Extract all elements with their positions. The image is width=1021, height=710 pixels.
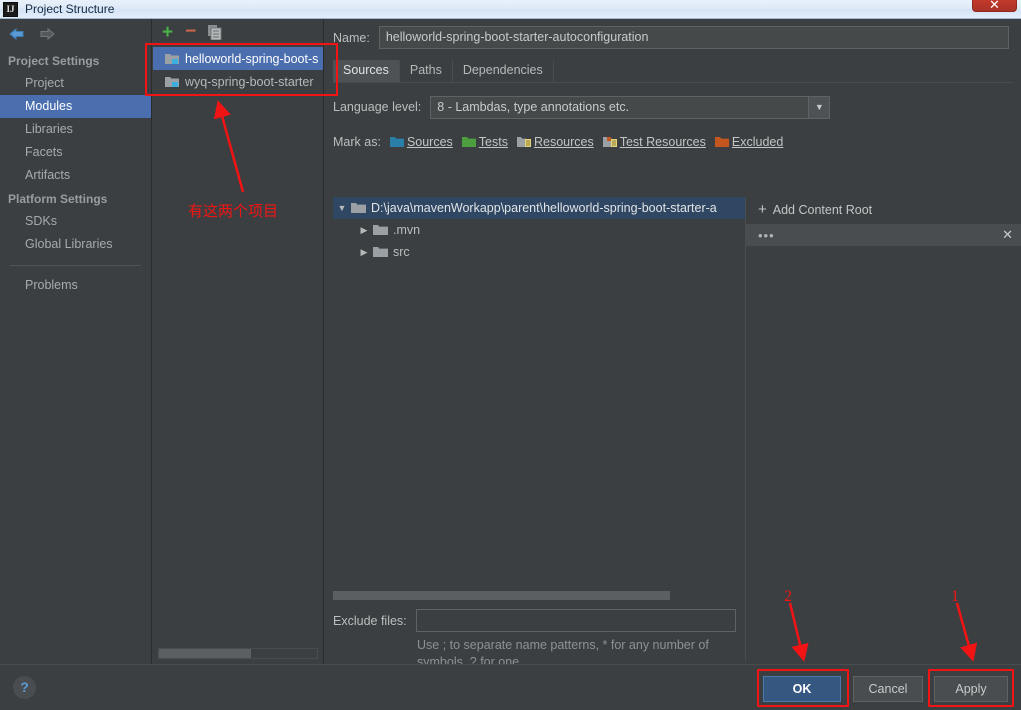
mark-as-test-resources[interactable]: Test Resources (602, 135, 706, 149)
annotation-number-apply: 1 (951, 588, 959, 605)
name-label: Name: (333, 30, 370, 45)
folder-excluded-icon (714, 136, 729, 148)
annotation-box-ok (757, 669, 849, 707)
sidebar-item-project[interactable]: Project (0, 72, 151, 95)
navigation-row (0, 19, 151, 49)
folder-icon (373, 224, 388, 236)
add-content-root-label: Add Content Root (772, 202, 873, 217)
chevron-down-icon[interactable]: ▼ (333, 203, 351, 213)
window-titlebar: IJ Project Structure ✕ (0, 0, 1021, 19)
tree-row[interactable]: ▼ D:\java\mavenWorkapp\parent\helloworld… (333, 197, 745, 219)
close-icon[interactable]: ✕ (972, 0, 1017, 12)
exclude-files-row: Exclude files: (333, 609, 736, 632)
help-icon[interactable]: ? (13, 676, 36, 699)
window-title: Project Structure (25, 2, 115, 16)
mark-as-tests[interactable]: Tests (461, 135, 508, 149)
content-tree: ▼ D:\java\mavenWorkapp\parent\helloworld… (333, 197, 745, 587)
mark-as-row: Mark as: Sources Tests Resources Test Re… (333, 132, 1021, 152)
mark-as-sources[interactable]: Sources (389, 135, 453, 149)
arrow-left-icon[interactable] (8, 26, 26, 42)
mark-as-tests-label: Tests (478, 135, 508, 149)
modules-panel: + − helloworld-spring-boot-s wyq-spring-… (153, 19, 324, 664)
project-structure-dialog: IJ Project Structure ✕ Project Settings … (0, 0, 1021, 710)
folder-sources-icon (389, 136, 404, 148)
sidebar-item-modules[interactable]: Modules (0, 95, 151, 118)
sidebar-item-problems[interactable]: Problems (0, 274, 151, 297)
mark-as-resources[interactable]: Resources (516, 135, 594, 149)
annotation-box-modules (145, 43, 338, 96)
mark-as-resources-label: Resources (533, 135, 594, 149)
content-root-item[interactable]: ••• ✕ (746, 224, 1021, 246)
close-icon[interactable]: ✕ (1002, 227, 1013, 243)
sidebar-item-artifacts[interactable]: Artifacts (0, 164, 151, 187)
folder-resources-icon (516, 136, 531, 148)
copy-icon[interactable] (208, 24, 222, 40)
folder-icon (351, 202, 366, 214)
sidebar-item-sdks[interactable]: SDKs (0, 210, 151, 233)
annotation-number-ok: 2 (784, 588, 792, 605)
intellij-idea-icon: IJ (3, 2, 18, 17)
chevron-down-icon[interactable]: ▼ (808, 96, 830, 118)
chevron-right-icon[interactable]: ▶ (355, 247, 373, 258)
modules-horizontal-scrollbar[interactable] (158, 648, 318, 659)
modules-toolbar: + − (153, 19, 323, 45)
sidebar-item-facets[interactable]: Facets (0, 141, 151, 164)
sidebar-group-platform-settings: Platform Settings (8, 192, 108, 206)
exclude-files-label: Exclude files: (333, 613, 407, 628)
tab-paths[interactable]: Paths (400, 60, 453, 82)
tree-row-label: .mvn (393, 223, 421, 237)
tree-row[interactable]: ▶ .mvn (333, 219, 745, 241)
mark-as-sources-label: Sources (406, 135, 453, 149)
tree-row[interactable]: ▶ src (333, 241, 745, 263)
folder-tests-icon (461, 136, 476, 148)
mark-as-excluded-label: Excluded (731, 135, 784, 149)
sidebar-divider (10, 265, 141, 266)
mark-as-test-resources-label: Test Resources (619, 135, 706, 149)
name-row: Name: helloworld-spring-boot-starter-aut… (325, 19, 1021, 50)
language-level-label: Language level: (333, 100, 422, 114)
exclude-files-input[interactable] (415, 609, 736, 632)
sidebar-item-global-libraries[interactable]: Global Libraries (0, 233, 151, 256)
arrow-right-icon (38, 26, 56, 42)
annotation-box-apply (928, 669, 1014, 707)
folder-icon (373, 246, 388, 258)
language-level-value: 8 - Lambdas, type annotations etc. (437, 100, 630, 114)
annotation-text-modules: 有这两个项目 (188, 202, 279, 220)
tab-sources[interactable]: Sources (333, 60, 400, 82)
add-content-root-button[interactable]: + Add Content Root (746, 197, 1021, 222)
dialog-body: Project Settings Project Modules Librari… (0, 19, 1021, 710)
cancel-button[interactable]: Cancel (853, 676, 923, 702)
language-level-select[interactable]: 8 - Lambdas, type annotations etc. ▼ (430, 95, 831, 119)
name-input[interactable]: helloworld-spring-boot-starter-autoconfi… (378, 26, 1009, 49)
folder-test-resources-icon (602, 136, 617, 148)
tree-row-label: D:\java\mavenWorkapp\parent\helloworld-s… (371, 201, 717, 215)
tree-row-label: src (393, 245, 410, 259)
content-root-path: ••• (758, 227, 775, 243)
settings-sidebar: Project Settings Project Modules Librari… (0, 19, 152, 664)
minus-icon[interactable]: − (185, 22, 196, 41)
tab-dependencies[interactable]: Dependencies (453, 60, 554, 82)
tree-horizontal-scrollbar[interactable] (333, 591, 745, 600)
language-level-row: Language level: 8 - Lambdas, type annota… (333, 95, 1021, 119)
sidebar-item-libraries[interactable]: Libraries (0, 118, 151, 141)
plus-icon: + (758, 200, 767, 218)
sidebar-group-project-settings: Project Settings (8, 54, 100, 68)
chevron-right-icon[interactable]: ▶ (355, 225, 373, 236)
mark-as-excluded[interactable]: Excluded (714, 135, 784, 149)
mark-as-label: Mark as: (333, 135, 381, 149)
module-tabs: Sources Paths Dependencies (333, 59, 1013, 83)
module-editor: Name: helloworld-spring-boot-starter-aut… (325, 19, 1021, 669)
plus-icon[interactable]: + (162, 23, 173, 42)
